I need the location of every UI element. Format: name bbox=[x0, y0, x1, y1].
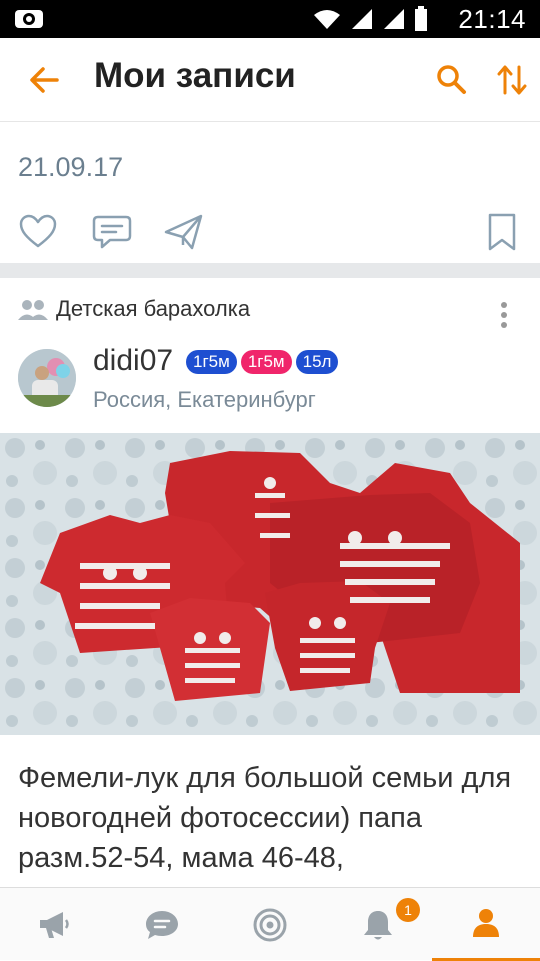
signal-icon-2 bbox=[384, 9, 404, 29]
status-time: 21:14 bbox=[458, 4, 526, 34]
share-icon[interactable] bbox=[164, 212, 204, 252]
section-separator bbox=[0, 263, 540, 278]
sort-icon[interactable] bbox=[492, 60, 532, 100]
author-location: Россия, Екатеринбург bbox=[93, 387, 316, 412]
post-actions bbox=[0, 208, 540, 258]
nav-discussions[interactable] bbox=[216, 888, 324, 961]
bottom-navigation bbox=[0, 887, 540, 961]
group-name: Детская барахолка bbox=[56, 296, 251, 321]
profile-icon bbox=[473, 909, 499, 937]
avatar-photo-icon bbox=[18, 349, 76, 407]
post-date: 21.09.17 bbox=[18, 152, 124, 182]
app-bar: Мои записи bbox=[0, 38, 540, 122]
status-icons bbox=[312, 6, 428, 32]
more-options-icon[interactable] bbox=[494, 300, 514, 330]
notification-count-badge: 1 bbox=[396, 898, 420, 922]
search-icon[interactable] bbox=[432, 60, 472, 100]
group-link[interactable]: Детская барахолка bbox=[18, 294, 250, 324]
photo-image bbox=[0, 433, 540, 735]
target-icon bbox=[253, 908, 287, 941]
group-icon bbox=[18, 300, 48, 320]
page-title: Мои записи bbox=[94, 56, 296, 95]
signal-icon bbox=[352, 9, 372, 29]
chat-bubble-icon bbox=[146, 910, 178, 939]
nav-profile[interactable] bbox=[432, 888, 540, 961]
author-name[interactable]: didi07 bbox=[93, 344, 173, 378]
author-badges: 1г5м 1г5м 15л bbox=[186, 350, 339, 374]
nav-messages[interactable] bbox=[108, 888, 216, 961]
nav-feed[interactable] bbox=[0, 888, 108, 961]
nav-notifications[interactable] bbox=[324, 888, 432, 961]
bookmark-icon[interactable] bbox=[482, 212, 522, 252]
bell-icon bbox=[364, 910, 392, 939]
post-photo[interactable] bbox=[0, 433, 540, 735]
status-bar: 21:14 bbox=[0, 0, 540, 38]
megaphone-icon bbox=[40, 911, 69, 938]
like-heart-icon[interactable] bbox=[18, 212, 58, 252]
post-text[interactable]: Фемели-лук для большой семьи для новогод… bbox=[18, 758, 528, 878]
battery-icon bbox=[415, 6, 427, 31]
media-recorder-icon bbox=[15, 10, 43, 28]
child-age-badge: 1г5м bbox=[186, 350, 237, 374]
avatar[interactable] bbox=[18, 349, 76, 407]
wifi-icon bbox=[314, 10, 340, 29]
child-age-badge: 15л bbox=[295, 350, 339, 374]
back-arrow-icon[interactable] bbox=[24, 60, 64, 100]
comment-icon[interactable] bbox=[92, 212, 132, 252]
child-age-badge: 1г5м bbox=[240, 350, 292, 374]
